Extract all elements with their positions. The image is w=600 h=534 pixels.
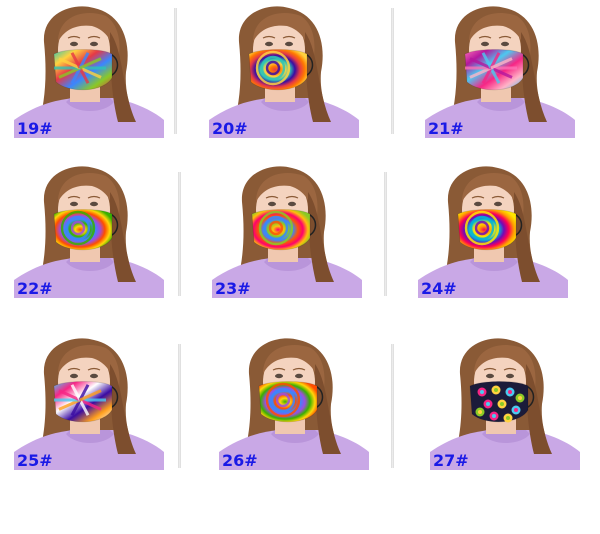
dot-center — [494, 388, 498, 392]
dot-center — [508, 390, 512, 394]
dot-center — [480, 390, 484, 394]
dot-center — [492, 414, 496, 418]
dot-center — [486, 402, 490, 406]
column-divider — [178, 172, 181, 296]
eye — [474, 201, 482, 207]
product-photo — [212, 166, 362, 298]
product-tile[interactable]: 25# — [14, 334, 164, 470]
product-number-label: 22# — [17, 279, 53, 298]
eye — [486, 373, 494, 379]
column-divider — [178, 344, 181, 468]
product-number-label: 27# — [433, 451, 469, 470]
eye — [501, 41, 509, 47]
product-number-label: 25# — [17, 451, 53, 470]
product-number-label: 20# — [212, 119, 248, 138]
product-number-label: 21# — [428, 119, 464, 138]
column-divider — [384, 172, 387, 296]
product-tile[interactable]: 24# — [418, 162, 568, 298]
eye — [90, 201, 98, 207]
product-number-label: 23# — [215, 279, 251, 298]
eye — [90, 41, 98, 47]
eye — [268, 201, 276, 207]
product-tile[interactable]: 23# — [212, 162, 362, 298]
eye — [90, 373, 98, 379]
dot-center — [514, 408, 518, 412]
eye — [265, 41, 273, 47]
product-tile[interactable]: 19# — [14, 2, 164, 138]
product-tile[interactable]: 21# — [425, 2, 575, 138]
product-photo — [14, 338, 164, 470]
dot-center — [518, 396, 522, 400]
eye — [288, 201, 296, 207]
product-photo — [209, 6, 359, 138]
product-photo — [219, 338, 369, 470]
eye — [70, 201, 78, 207]
eye — [70, 373, 78, 379]
product-number-label: 19# — [17, 119, 53, 138]
column-divider — [391, 344, 394, 468]
eye — [275, 373, 283, 379]
eye — [70, 41, 78, 47]
product-tile[interactable]: 20# — [209, 2, 359, 138]
eye — [285, 41, 293, 47]
dot-center — [506, 416, 510, 420]
dot-center — [478, 410, 482, 414]
eye — [494, 201, 502, 207]
product-tile[interactable]: 26# — [219, 334, 369, 470]
product-number-label: 24# — [421, 279, 457, 298]
eye — [481, 41, 489, 47]
eye — [506, 373, 514, 379]
eye — [295, 373, 303, 379]
column-divider — [391, 8, 394, 134]
dot-center — [500, 402, 504, 406]
product-photo — [14, 166, 164, 298]
product-tile[interactable]: 27# — [430, 334, 580, 470]
product-photo — [430, 338, 580, 470]
product-number-label: 26# — [222, 451, 258, 470]
product-photo — [418, 166, 568, 298]
product-tile[interactable]: 22# — [14, 162, 164, 298]
product-photo — [425, 6, 575, 138]
product-photo — [14, 6, 164, 138]
column-divider — [174, 8, 177, 134]
